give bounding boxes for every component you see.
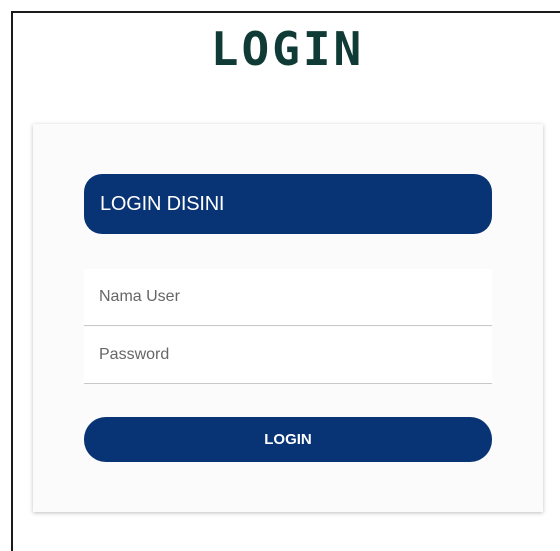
login-card: LOGIN DISINI LOGIN <box>33 124 543 512</box>
username-input[interactable] <box>84 269 492 325</box>
login-button[interactable]: LOGIN <box>84 417 492 462</box>
username-field <box>84 269 492 326</box>
password-input[interactable] <box>84 327 492 383</box>
login-card-header: LOGIN DISINI <box>84 174 492 234</box>
password-field <box>84 327 492 384</box>
page-title: LOGIN <box>210 22 365 76</box>
login-card-header-label: LOGIN DISINI <box>100 192 225 215</box>
